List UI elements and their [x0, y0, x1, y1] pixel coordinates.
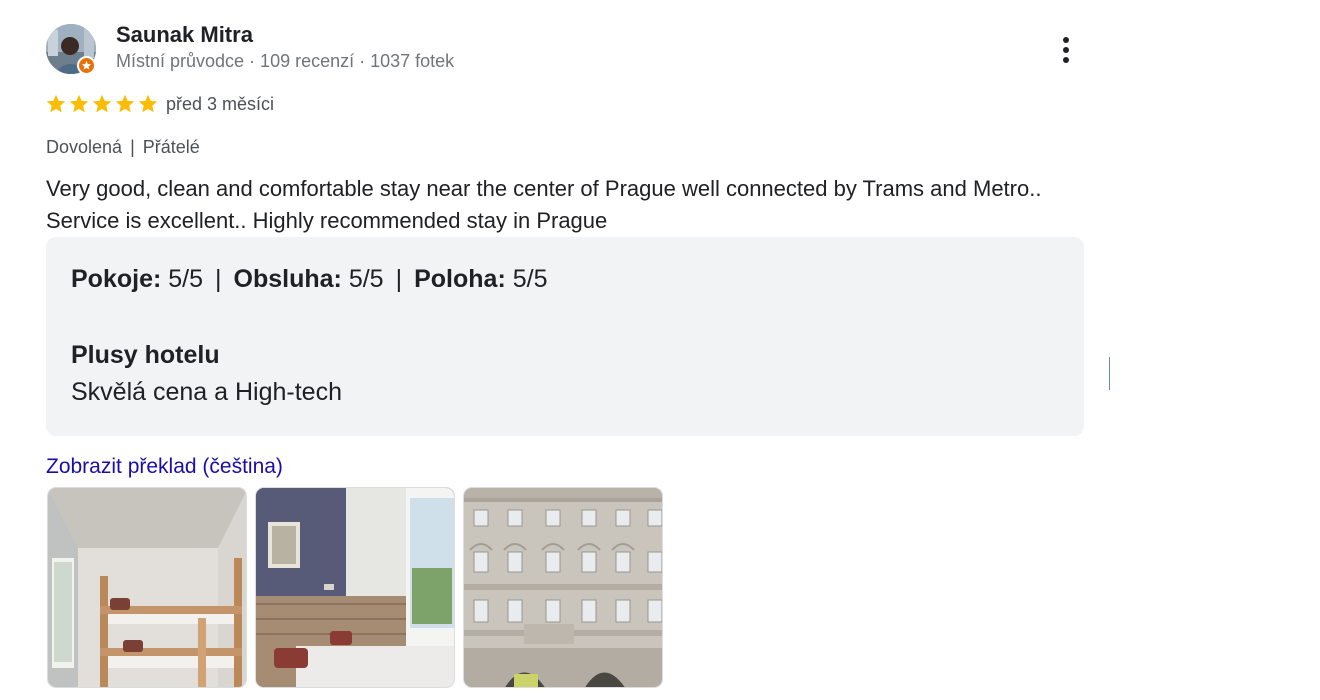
rating-separator: | — [395, 265, 403, 293]
rating-label-service: Obsluha — [233, 265, 334, 293]
star-rating — [45, 93, 159, 115]
rating-value-location: 5/5 — [512, 265, 548, 293]
rating-colon: : — [497, 265, 506, 293]
text-cursor — [1109, 357, 1110, 390]
sub-ratings: Pokoje: 5/5 | Obsluha: 5/5 | Poloha: 5/5 — [71, 265, 547, 294]
review-date: před 3 měsíci — [166, 94, 275, 114]
review-photo-building-facade[interactable] — [463, 487, 663, 688]
pros-heading: Plusy hotelu — [71, 341, 220, 369]
star-icon — [115, 94, 135, 113]
show-translation-link[interactable]: Zobrazit překlad (čeština) — [46, 455, 283, 479]
tag-separator: | — [130, 137, 135, 157]
more-vert-icon-dot — [1063, 57, 1069, 63]
star-icon — [69, 94, 89, 113]
rating-separator: | — [215, 265, 222, 293]
tag-vacation: Dovolená — [46, 137, 123, 157]
reviewer-meta: Místní průvodce · 109 recenzí · 1037 fot… — [116, 51, 455, 71]
reviewer-name[interactable]: Saunak Mitra — [116, 22, 253, 48]
star-icon — [46, 94, 66, 113]
star-icon — [138, 94, 158, 113]
rating-value-rooms: 5/5 — [168, 265, 204, 293]
local-guide-star-icon — [77, 56, 96, 75]
more-vert-icon — [1063, 37, 1069, 43]
rating-colon: : — [152, 265, 162, 293]
review-text: Very good, clean and comfortable stay ne… — [46, 173, 1106, 237]
star-icon — [92, 94, 112, 113]
ratings-panel: Pokoje: 5/5 | Obsluha: 5/5 | Poloha: 5/5 Plu… — [46, 237, 1084, 436]
review-photo-room-bunk-bed[interactable] — [47, 487, 247, 688]
rating-label-location: Poloha — [414, 265, 498, 293]
rating-colon: : — [333, 265, 342, 293]
review-tags: Dovolená | Přátelé — [46, 137, 200, 158]
review-text-line: Service is excellent.. Highly recommende… — [46, 208, 608, 233]
pros-text: Skvělá cena a High-tech — [71, 378, 342, 406]
tag-friends: Přátelé — [142, 137, 200, 157]
avatar[interactable] — [46, 24, 97, 75]
rating-value-service: 5/5 — [348, 265, 384, 293]
more-vert-icon-dot — [1063, 47, 1069, 53]
rating-label-rooms: Pokoje — [71, 265, 153, 293]
review-text-line: Very good, clean and comfortable stay ne… — [46, 176, 1042, 201]
more-options-button[interactable] — [1050, 32, 1082, 68]
review-photo-room-bed[interactable] — [255, 487, 455, 688]
